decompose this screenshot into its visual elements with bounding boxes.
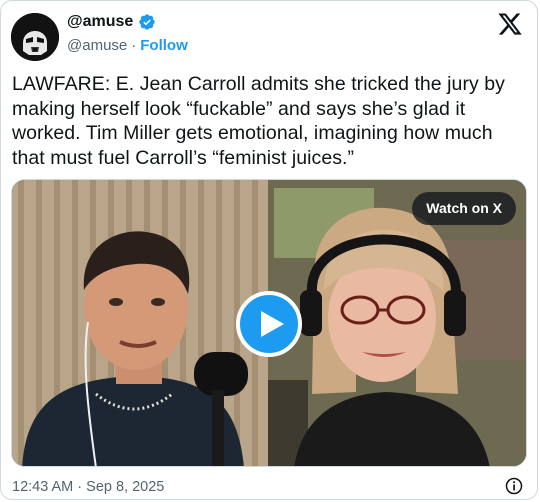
- author-name-row: @amuse: [67, 13, 156, 31]
- tweet-timestamp[interactable]: 12:43 AM · Sep 8, 2025: [12, 479, 164, 495]
- tweet-card: @amuse @amuse · Follow LAWFARE: E. Jean …: [0, 0, 538, 500]
- avatar[interactable]: [11, 13, 59, 61]
- tweet-text: LAWFARE: E. Jean Carroll admits she tric…: [12, 73, 505, 169]
- follow-button[interactable]: Follow: [140, 37, 188, 54]
- separator-dot: ·: [131, 37, 137, 54]
- author-handle[interactable]: @amuse: [67, 37, 127, 54]
- author-handle-row: @amuse · Follow: [67, 37, 188, 54]
- info-icon[interactable]: [505, 477, 523, 495]
- play-icon: [261, 311, 284, 337]
- stormtrooper-avatar-image: [11, 13, 59, 61]
- watch-on-x-button[interactable]: Watch on X: [412, 192, 516, 225]
- verified-badge-icon: [139, 14, 155, 30]
- author-display-name[interactable]: @amuse: [67, 13, 133, 31]
- x-logo-icon[interactable]: [497, 11, 523, 37]
- play-button[interactable]: [236, 291, 302, 357]
- video-player[interactable]: Watch on X: [11, 179, 527, 467]
